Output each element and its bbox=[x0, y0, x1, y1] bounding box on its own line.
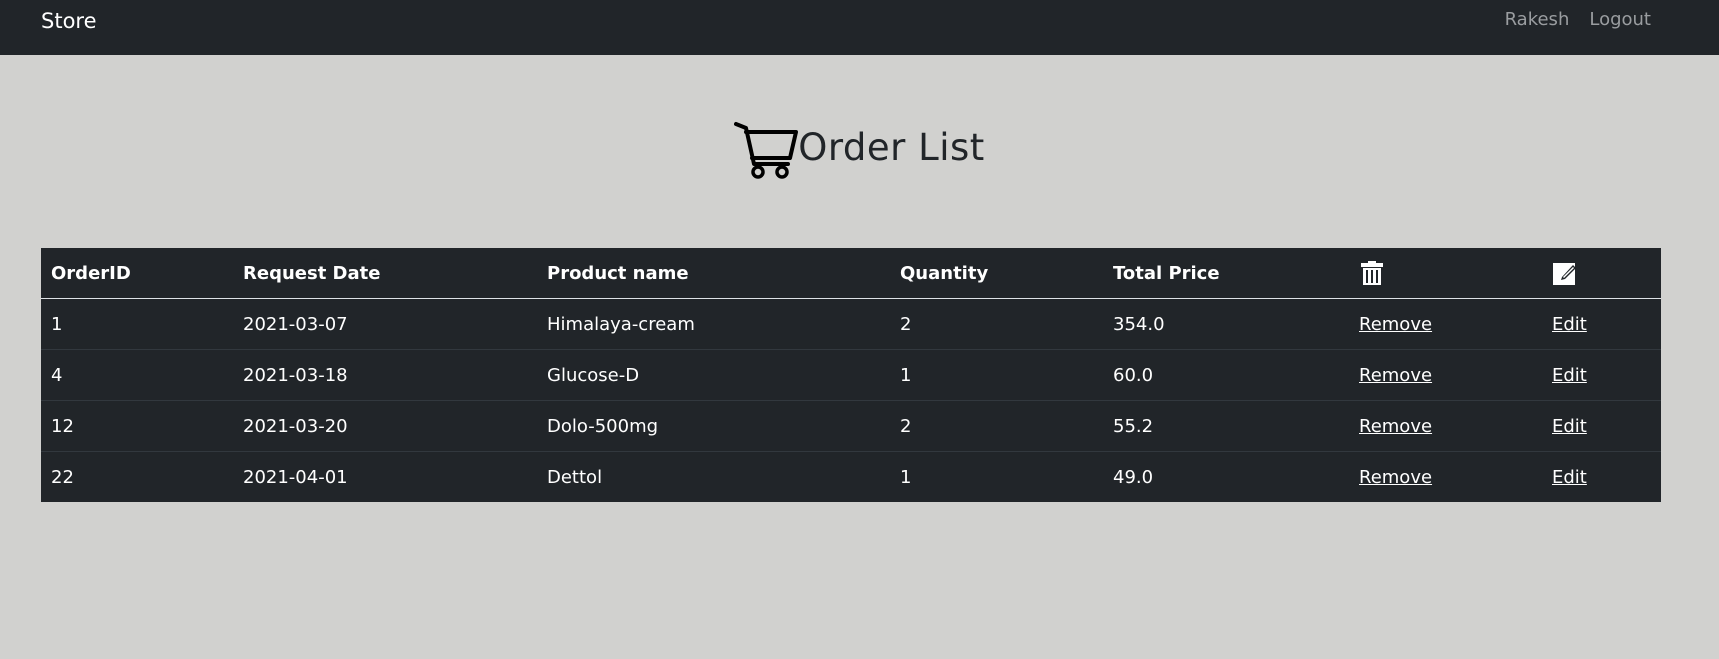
navbar: Store Rakesh Logout bbox=[0, 0, 1719, 55]
header-request-date: Request Date bbox=[233, 248, 537, 299]
edit-link[interactable]: Edit bbox=[1552, 365, 1587, 386]
header-edit bbox=[1542, 248, 1661, 299]
cell-remove: Remove bbox=[1349, 451, 1542, 502]
cell-quantity: 1 bbox=[890, 451, 1103, 502]
header-product-name: Product name bbox=[537, 248, 890, 299]
cell-request-date: 2021-03-18 bbox=[233, 349, 537, 401]
remove-link[interactable]: Remove bbox=[1359, 365, 1432, 386]
cell-total-price: 55.2 bbox=[1103, 400, 1349, 452]
cell-order-id: 12 bbox=[41, 400, 233, 452]
edit-link[interactable]: Edit bbox=[1552, 467, 1587, 488]
table-row: 22 2021-04-01 Dettol 1 49.0 Remove Edit bbox=[41, 451, 1661, 502]
remove-link[interactable]: Remove bbox=[1359, 467, 1432, 488]
cell-order-id: 4 bbox=[41, 349, 233, 401]
shopping-cart-icon bbox=[734, 122, 799, 179]
table-row: 4 2021-03-18 Glucose-D 1 60.0 Remove Edit bbox=[41, 349, 1661, 401]
cell-remove: Remove bbox=[1349, 349, 1542, 401]
user-link[interactable]: Rakesh bbox=[1505, 9, 1570, 30]
cell-order-id: 22 bbox=[41, 451, 233, 502]
cell-edit: Edit bbox=[1542, 299, 1661, 350]
cell-request-date: 2021-04-01 bbox=[233, 451, 537, 502]
orders-body: 1 2021-03-07 Himalaya-cream 2 354.0 Remove Edi… bbox=[41, 299, 1661, 502]
header-order-id: OrderID bbox=[41, 248, 233, 299]
remove-link[interactable]: Remove bbox=[1359, 416, 1432, 437]
cell-product-name: Dolo-500mg bbox=[537, 400, 890, 452]
cell-product-name: Dettol bbox=[537, 451, 890, 502]
cell-remove: Remove bbox=[1349, 299, 1542, 350]
table-header-row: OrderID Request Date Product name Quanti… bbox=[41, 248, 1661, 299]
cell-request-date: 2021-03-07 bbox=[243, 313, 348, 335]
cell-total-price: 354.0 bbox=[1113, 313, 1165, 335]
brand-link[interactable]: Store bbox=[41, 9, 97, 33]
cell-edit: Edit bbox=[1542, 400, 1661, 452]
table-row: 12 2021-03-20 Dolo-500mg 2 55.2 Remove Edit bbox=[41, 400, 1661, 452]
header-remove bbox=[1349, 248, 1542, 299]
cell-request-date: 2021-03-20 bbox=[233, 400, 537, 452]
header-quantity: Quantity bbox=[890, 248, 1103, 299]
remove-link[interactable]: Remove bbox=[1359, 314, 1432, 335]
cell-total-price: 49.0 bbox=[1103, 451, 1349, 502]
orders-table: OrderID Request Date Product name Quanti… bbox=[41, 248, 1661, 502]
page-title: Order List bbox=[798, 125, 985, 169]
cell-order-id: 1 bbox=[51, 313, 63, 335]
cell-quantity: 2 bbox=[900, 313, 912, 335]
edit-link[interactable]: Edit bbox=[1552, 416, 1587, 437]
header-total-price: Total Price bbox=[1103, 248, 1349, 299]
cell-remove: Remove bbox=[1349, 400, 1542, 452]
cell-product-name: Glucose-D bbox=[537, 349, 890, 401]
cell-total-price: 60.0 bbox=[1103, 349, 1349, 401]
table-row: 1 2021-03-07 Himalaya-cream 2 354.0 Remove Edi… bbox=[41, 299, 1661, 350]
edit-icon bbox=[1553, 263, 1576, 285]
cell-product-name: Himalaya-cream bbox=[547, 313, 695, 335]
edit-link[interactable]: Edit bbox=[1552, 314, 1587, 335]
cell-quantity: 2 bbox=[890, 400, 1103, 452]
page-heading: Order List bbox=[0, 112, 1719, 182]
trash-icon bbox=[1361, 261, 1383, 285]
cell-edit: Edit bbox=[1542, 349, 1661, 401]
cell-edit: Edit bbox=[1542, 451, 1661, 502]
logout-link[interactable]: Logout bbox=[1589, 9, 1651, 30]
nav-right: Rakesh Logout bbox=[1505, 9, 1651, 30]
cell-quantity: 1 bbox=[890, 349, 1103, 401]
